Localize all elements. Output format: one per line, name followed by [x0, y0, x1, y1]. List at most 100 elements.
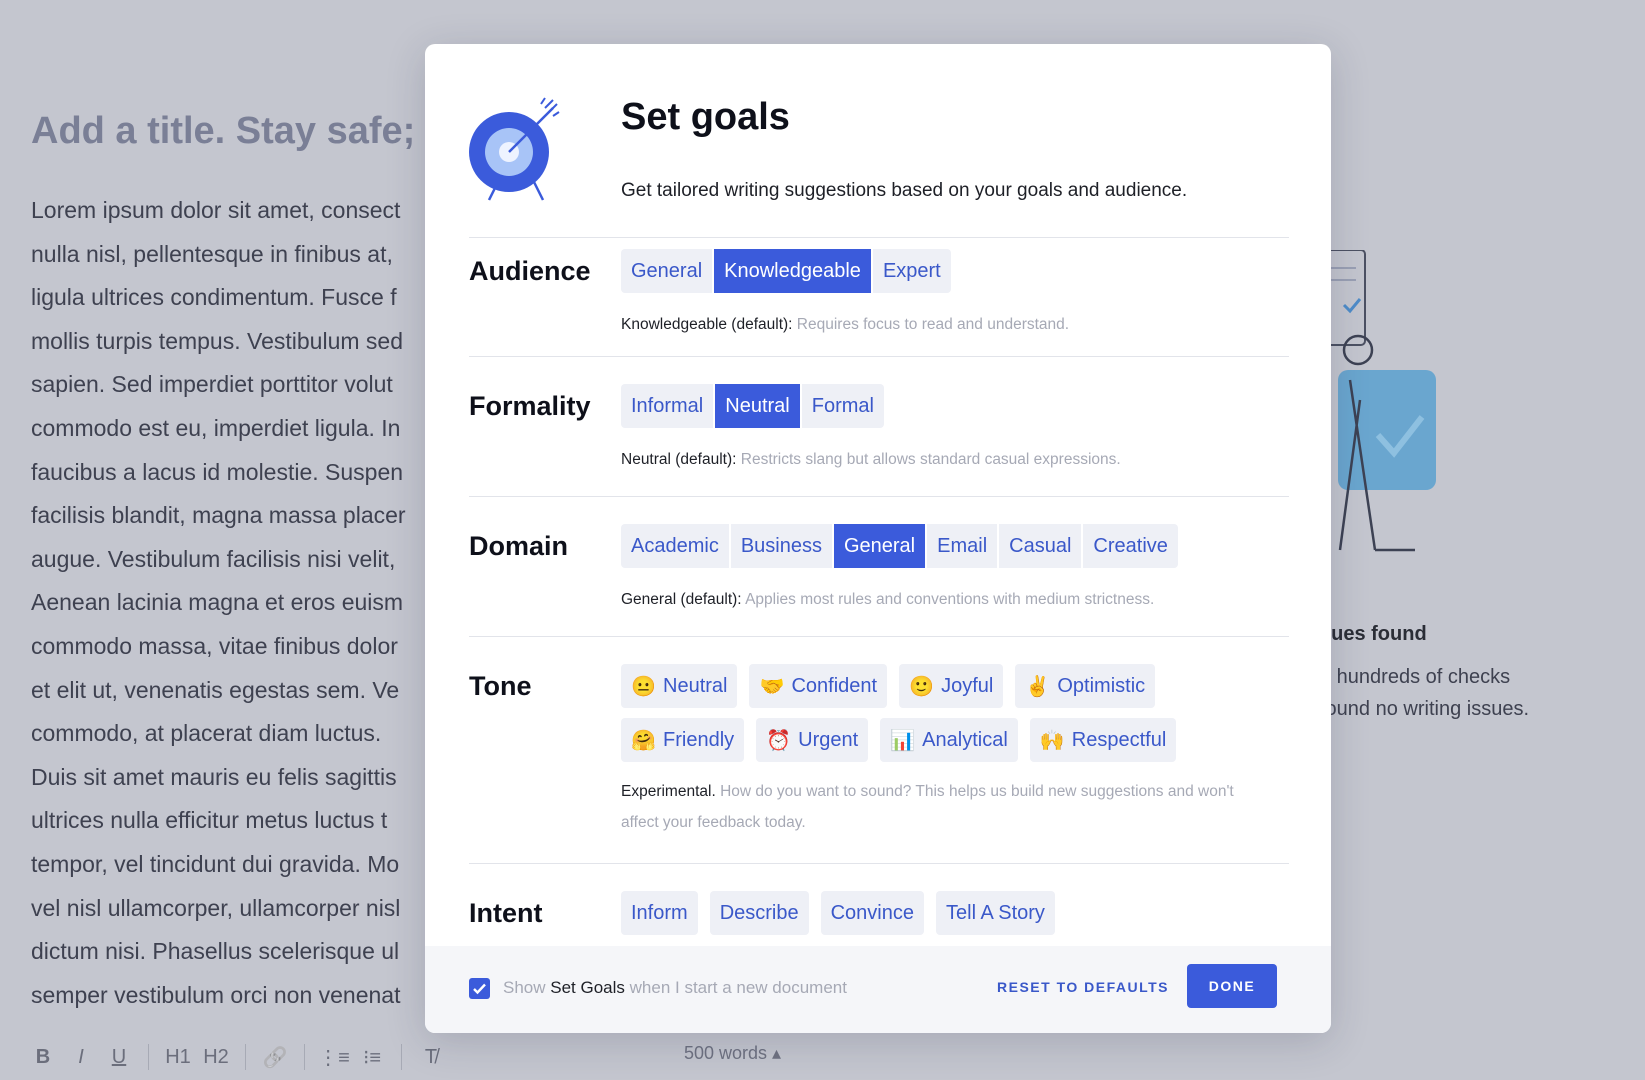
audience-options: General Knowledgeable Expert [621, 249, 951, 293]
tone-option-confident[interactable]: 🤝 Confident [749, 664, 888, 708]
toolbar-divider [401, 1044, 402, 1070]
body-line: commodo est eu, imperdiet ligula. In [31, 414, 401, 441]
body-line: faucibus a lacus id molestie. Suspen [31, 458, 404, 485]
bar-chart-icon: 📊 [890, 729, 916, 752]
link-icon[interactable]: 🔗 [256, 1045, 294, 1070]
tone-desc-strong: Experimental. [621, 783, 716, 800]
tone-description: Experimental. How do you want to sound? … [621, 776, 1261, 838]
domain-option-business[interactable]: Business [730, 524, 832, 568]
domain-option-general[interactable]: General [833, 524, 926, 568]
tone-option-respectful[interactable]: 🙌 Respectful [1029, 718, 1177, 762]
tone-option-analytical[interactable]: 📊 Analytical [880, 718, 1018, 762]
tone-option-optimistic[interactable]: ✌ Optimistic [1015, 664, 1156, 708]
intent-option-describe[interactable]: Describe [709, 891, 809, 935]
target-icon [469, 97, 560, 201]
intent-section: Intent Inform Describe Convince Tell A S… [469, 863, 1289, 946]
modal-content[interactable]: Set goals Get tailored writing suggestio… [425, 44, 1331, 946]
body-line: mollis turpis tempus. Vestibulum sed [31, 327, 403, 354]
document-body[interactable]: Lorem ipsum dolor sit amet, consect null… [31, 189, 451, 1017]
bold-button[interactable]: B [24, 1046, 62, 1069]
word-count[interactable]: 500 words ▴ [684, 1043, 781, 1064]
intent-option-inform[interactable]: Inform [621, 891, 698, 935]
format-toolbar: B I U H1 H2 🔗 ⋮≡ ⁝≡ T̸ [24, 1040, 450, 1074]
tone-option-label: Neutral [663, 674, 728, 697]
audience-desc-strong: Knowledgeable (default): [621, 316, 793, 333]
done-button[interactable]: DONE [1187, 964, 1277, 1008]
audience-label: Audience [469, 256, 591, 286]
handshake-icon: 🤝 [759, 675, 785, 698]
person-checklist-illustration [1320, 250, 1436, 552]
set-goals-modal: Set goals Get tailored writing suggestio… [425, 44, 1331, 1033]
tone-option-joyful[interactable]: 🙂 Joyful [899, 664, 1004, 708]
ordered-list-icon[interactable]: ⋮≡ [315, 1045, 353, 1070]
formality-options: Informal Neutral Formal [621, 384, 884, 428]
domain-option-academic[interactable]: Academic [621, 524, 729, 568]
formality-option-formal[interactable]: Formal [801, 384, 884, 428]
clear-format-icon[interactable]: T̸ [412, 1046, 450, 1069]
domain-options: Academic Business General Email Casual C… [621, 524, 1178, 568]
body-line: sapien. Sed imperdiet porttitor volut [31, 371, 393, 398]
formality-desc-strong: Neutral (default): [621, 451, 737, 468]
domain-option-creative[interactable]: Creative [1083, 524, 1178, 568]
formality-option-neutral[interactable]: Neutral [715, 384, 800, 428]
audience-section: Audience General Knowledgeable Expert Kn… [469, 237, 1289, 356]
body-line: dictum nisi. Phasellus scelerisque ul [31, 938, 400, 965]
document-title[interactable]: Add a title. Stay safe; [31, 110, 415, 153]
tone-option-friendly[interactable]: 🤗 Friendly [621, 718, 745, 762]
body-line: Lorem ipsum dolor sit amet, consect [31, 197, 401, 223]
bullet-list-icon[interactable]: ⁝≡ [353, 1045, 391, 1070]
intent-option-convince[interactable]: Convince [820, 891, 924, 935]
domain-option-casual[interactable]: Casual [999, 524, 1082, 568]
show-on-new-doc-label[interactable]: Show Set Goals when I start a new docume… [503, 978, 847, 998]
tone-section: Tone 😐 Neutral 🤝 Confident 🙂 Joyful ✌ Optimi… [469, 636, 1289, 862]
tone-options-row2: 🤗 Friendly ⏰ Urgent 📊 Analytical 🙌 Respectfu… [621, 718, 1188, 762]
tone-option-neutral[interactable]: 😐 Neutral [621, 664, 738, 708]
formality-desc-text: Restricts slang but allows standard casu… [736, 451, 1121, 468]
formality-option-informal[interactable]: Informal [621, 384, 714, 428]
heading2-button[interactable]: H2 [197, 1046, 235, 1069]
hugging-face-icon: 🤗 [631, 729, 656, 752]
body-line: vel nisl ullamcorper, ullamcorper nisl [31, 894, 401, 921]
modal-footer: Show Set Goals when I start a new docume… [425, 946, 1331, 1033]
show-suffix: when I start a new document [624, 978, 847, 997]
intent-option-tell-a-story[interactable]: Tell A Story [936, 891, 1055, 935]
italic-button[interactable]: I [62, 1046, 100, 1069]
domain-desc-strong: General (default): [621, 591, 742, 608]
audience-description: Knowledgeable (default): Requires focus … [621, 316, 1069, 334]
tone-option-label: Confident [791, 674, 878, 697]
body-line: ligula ultrices condimentum. Fusce f [31, 284, 397, 311]
domain-section: Domain Academic Business General Email C… [469, 496, 1289, 617]
body-line: Duis sit amet mauris eu felis sagittis [31, 763, 397, 790]
domain-description: General (default): Applies most rules an… [621, 591, 1154, 609]
domain-label: Domain [469, 531, 569, 561]
issues-title: sues found [1320, 623, 1427, 645]
toolbar-divider [148, 1044, 149, 1070]
underline-button[interactable]: U [100, 1046, 138, 1069]
tone-label: Tone [469, 671, 532, 701]
audience-option-knowledgeable[interactable]: Knowledgeable [714, 249, 871, 293]
formality-description: Neutral (default): Restricts slang but a… [621, 451, 1121, 469]
toolbar-divider [245, 1044, 246, 1070]
tone-options-row1: 😐 Neutral 🤝 Confident 🙂 Joyful ✌ Optimistic [621, 664, 1167, 708]
body-line: Aenean lacinia magna et eros euism [31, 589, 404, 616]
victory-hand-icon: ✌ [1025, 675, 1051, 698]
issues-description: found no writing issues. [1320, 698, 1530, 720]
body-line: facilisis blandit, magna massa placer [31, 502, 406, 529]
show-strong: Set Goals [550, 978, 625, 997]
tone-option-label: Urgent [798, 728, 859, 751]
body-line: commodo, at placerat diam luctus. [31, 720, 382, 747]
body-line: ultrices nulla efficitur metus luctus t [31, 807, 388, 834]
show-on-new-doc-checkbox[interactable] [469, 978, 490, 999]
domain-option-email[interactable]: Email [927, 524, 998, 568]
toolbar-divider [304, 1044, 305, 1070]
body-line: commodo massa, vitae finibus dolor [31, 632, 398, 659]
tone-option-label: Friendly [663, 728, 735, 751]
modal-title: Set goals [621, 96, 790, 138]
reset-to-defaults-button[interactable]: RESET TO DEFAULTS [997, 979, 1169, 995]
body-line: tempor, vel tincidunt dui gravida. Mo [31, 850, 400, 877]
audience-option-expert[interactable]: Expert [872, 249, 951, 293]
heading1-button[interactable]: H1 [159, 1046, 197, 1069]
neutral-face-icon: 😐 [631, 675, 656, 698]
tone-option-urgent[interactable]: ⏰ Urgent [756, 718, 869, 762]
audience-option-general[interactable]: General [621, 249, 713, 293]
